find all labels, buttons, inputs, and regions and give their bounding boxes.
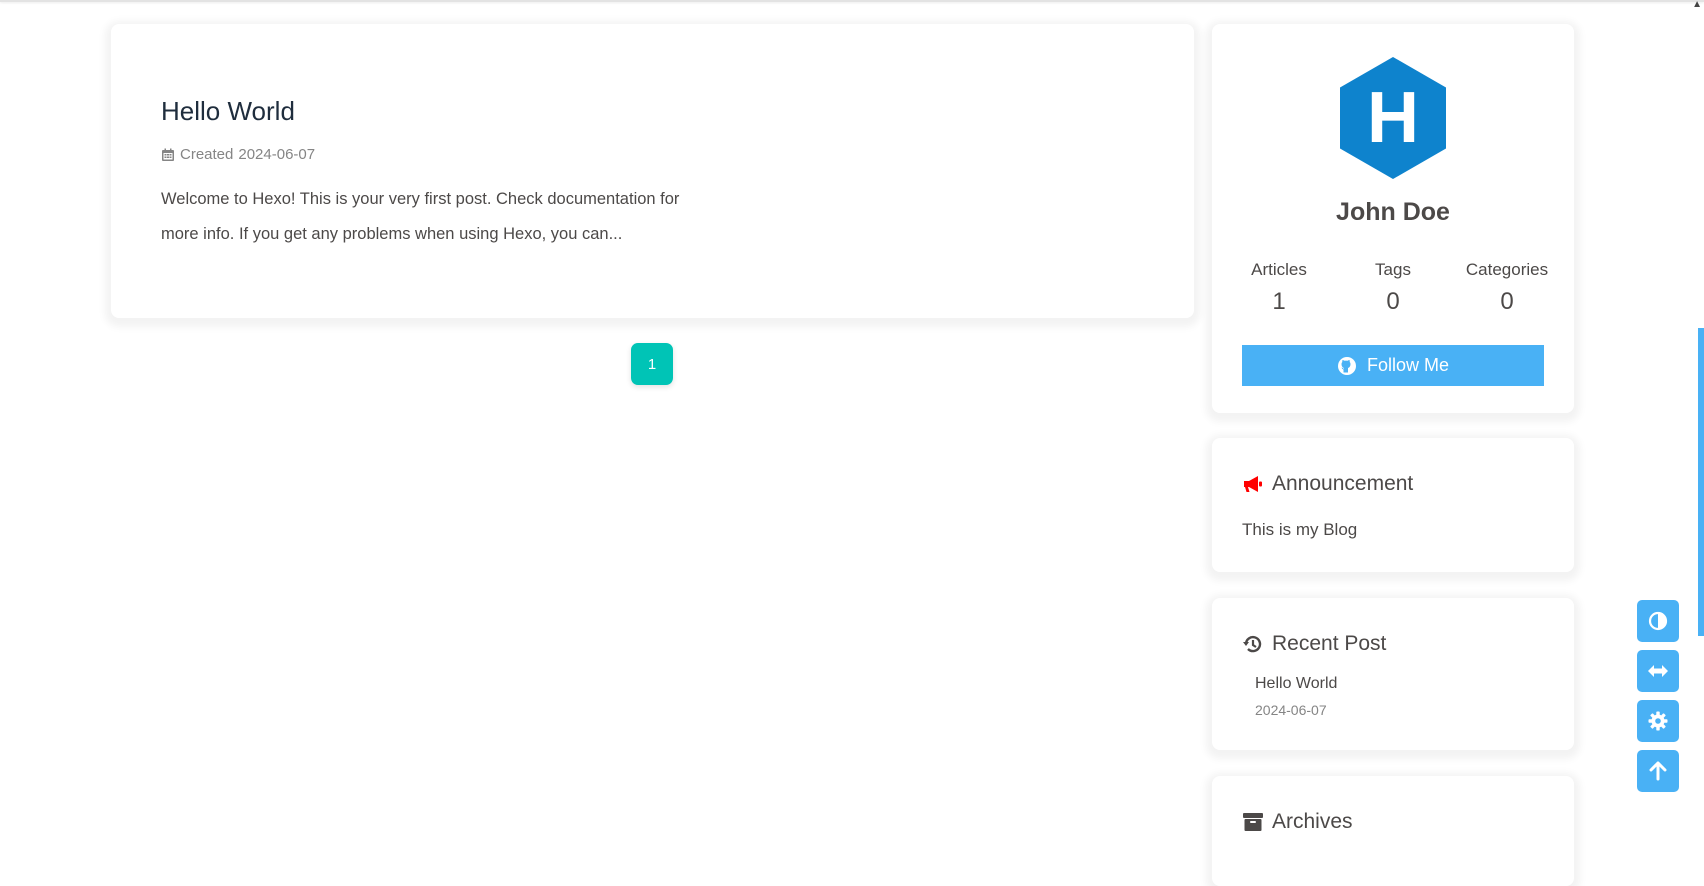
author-stats: Articles 1 Tags 0 Categories 0 <box>1212 260 1574 316</box>
archives-header: Archives <box>1242 810 1353 834</box>
history-icon <box>1243 635 1262 653</box>
rightside-buttons <box>1637 600 1679 800</box>
pagination-page-1[interactable]: 1 <box>631 343 673 385</box>
author-name: John Doe <box>1336 198 1450 226</box>
scroll-up-caret-icon[interactable]: ▲ <box>1692 0 1702 10</box>
dark-mode-icon <box>1648 611 1668 631</box>
announcement-text: This is my Blog <box>1242 520 1358 539</box>
expand-width-icon <box>1648 665 1668 677</box>
archives-title: Archives <box>1272 810 1353 833</box>
recent-post-item-title[interactable]: Hello World <box>1255 675 1337 693</box>
avatar[interactable]: H <box>1338 55 1448 181</box>
announcement-title: Announcement <box>1272 472 1414 495</box>
calendar-icon <box>162 148 174 161</box>
bullhorn-icon <box>1244 476 1262 492</box>
settings-button[interactable] <box>1637 700 1679 742</box>
scrollbar-thumb[interactable] <box>1698 328 1704 636</box>
post-card: Hello World Created 2024-06-07 Welcome t… <box>111 24 1194 318</box>
stat-categories[interactable]: Categories 0 <box>1452 260 1562 316</box>
recent-post-header: Recent Post <box>1242 632 1386 656</box>
post-title[interactable]: Hello World <box>161 96 295 127</box>
announcement-card: Announcement This is my Blog <box>1212 438 1574 572</box>
avatar-letter: H <box>1367 78 1419 158</box>
gear-icon <box>1648 711 1668 731</box>
stat-label: Categories <box>1465 260 1549 279</box>
follow-me-label: Follow Me <box>1366 355 1450 375</box>
recent-post-card: Recent Post Hello World 2024-06-07 <box>1212 598 1574 750</box>
stat-value: 0 <box>1500 288 1514 315</box>
announcement-header: Announcement <box>1242 472 1413 496</box>
stat-articles[interactable]: Articles 1 <box>1224 260 1334 316</box>
arrow-up-icon <box>1649 761 1667 781</box>
stat-tags[interactable]: Tags 0 <box>1338 260 1448 316</box>
dark-mode-button[interactable] <box>1637 600 1679 642</box>
author-card: H John Doe Articles 1 Tags 0 Categories … <box>1212 24 1574 413</box>
recent-post-title: Recent Post <box>1272 632 1387 655</box>
follow-me-button[interactable]: Follow Me <box>1242 345 1544 386</box>
toggle-width-button[interactable] <box>1637 650 1679 692</box>
stat-label: Articles <box>1251 260 1307 279</box>
archive-box-icon <box>1243 813 1263 831</box>
stat-value: 1 <box>1272 288 1286 315</box>
back-to-top-button[interactable] <box>1637 750 1679 792</box>
archives-card: Archives <box>1212 776 1574 886</box>
created-date: 2024-06-07 <box>238 146 316 163</box>
top-divider <box>0 0 1704 2</box>
stat-label: Tags <box>1375 260 1411 279</box>
github-icon <box>1337 356 1356 375</box>
created-label: Created <box>180 146 234 163</box>
stat-value: 0 <box>1386 288 1400 315</box>
post-meta: Created 2024-06-07 <box>161 146 315 163</box>
recent-post-item-date: 2024-06-07 <box>1255 702 1327 718</box>
post-excerpt: Welcome to Hexo! This is your very first… <box>161 190 680 243</box>
